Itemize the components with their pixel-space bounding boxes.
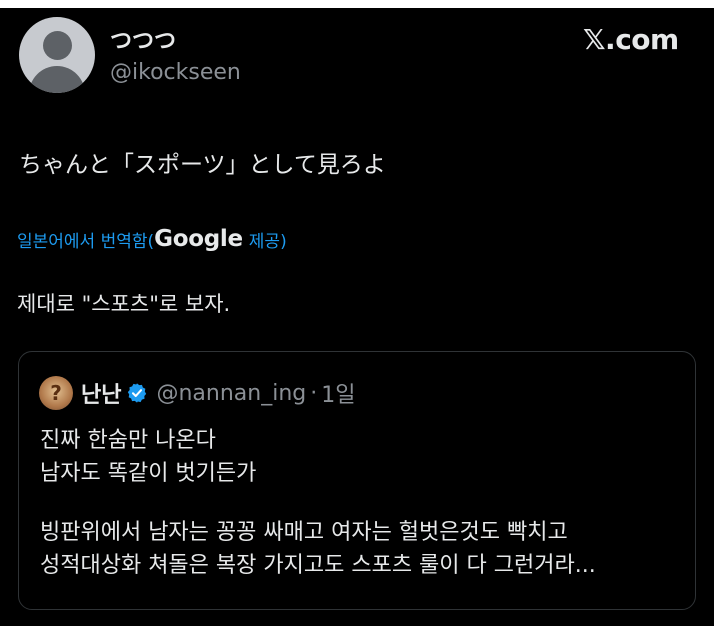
x-logo: 𝕏.com [583,23,679,56]
default-avatar-body [29,66,85,93]
quoted-tweet[interactable]: ? 난난 @nannan_ing · 1일 진짜 한숨만 나온다 남자도 똑같이… [18,351,696,610]
quoted-author-handle[interactable]: @nannan_ing [156,381,306,406]
author-avatar[interactable] [19,17,95,93]
verified-badge-icon [128,383,147,403]
quoted-tweet-header: ? 난난 @nannan_ing · 1일 [39,376,356,410]
quoted-text-line: 성적대상화 쳐돌은 복장 가지고도 스포츠 룰이 다 그런거라... [40,553,596,578]
translation-provider-suffix: 제공) [248,231,287,252]
quoted-author-avatar[interactable]: ? [39,376,73,410]
tweet-screenshot: つつつ @ikockseen 𝕏.com ちゃんと「スポーツ」として見ろよ 일본… [0,8,714,626]
translated-text: 제대로 "스포츠"로 보자. [17,292,231,316]
quoted-text-line: 진짜 한숨만 나온다 [40,428,216,453]
author-handle[interactable]: @ikockseen [110,60,241,85]
quoted-tweet-time[interactable]: 1일 [321,377,355,409]
quoted-tweet-body: 진짜 한숨만 나온다 남자도 똑같이 벗기든가 빙판위에서 남자는 꽁꽁 싸매고… [40,424,680,582]
author-name[interactable]: つつつ [110,23,176,55]
translation-link[interactable]: 일본어에서 번역함( Google 제공) [17,226,287,252]
separator-dot: · [310,380,318,406]
google-logo: Google [154,226,243,252]
default-avatar-icon [43,31,72,60]
quoted-text-line: 빙판위에서 남자는 꽁꽁 싸매고 여자는 헐벗은것도 빡치고 [40,520,568,545]
tweet-text: ちゃんと「スポーツ」として見ろよ [19,152,386,178]
quoted-author-name[interactable]: 난난 [81,377,121,409]
translation-label: 일본어에서 번역함( [17,231,155,252]
quoted-text-line: 남자도 똑같이 벗기든가 [40,461,257,486]
